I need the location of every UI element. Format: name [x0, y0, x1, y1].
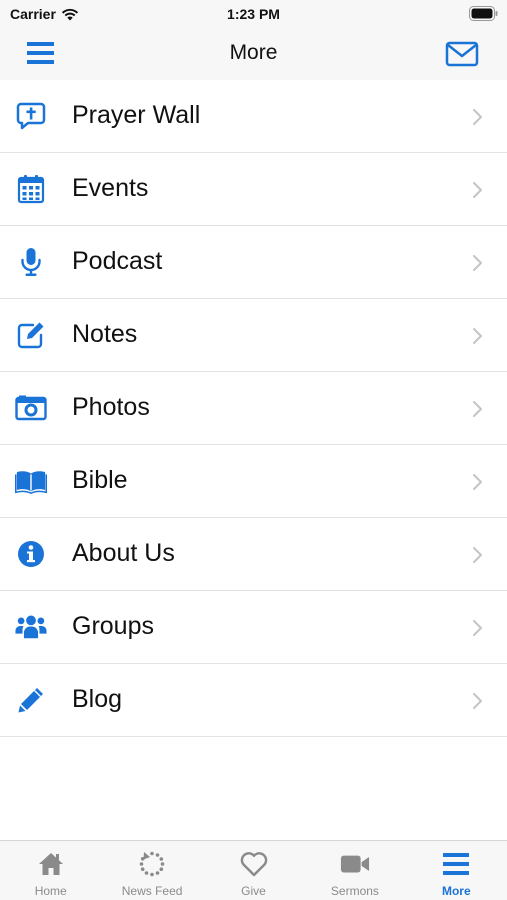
tab-label: Sermons	[330, 884, 379, 898]
chevron-right-icon	[473, 328, 482, 344]
info-icon	[15, 539, 47, 569]
mail-icon	[445, 41, 479, 67]
chevron-right-icon	[473, 693, 482, 709]
chevron-right-icon	[473, 182, 482, 198]
tab-home[interactable]: Home	[0, 841, 101, 900]
chevron-right-icon	[473, 401, 482, 417]
menu-item-label: Events	[72, 174, 149, 202]
pencil-icon	[15, 685, 47, 715]
tab-label: Give	[241, 884, 266, 898]
refresh-icon	[137, 850, 167, 878]
chevron-right-icon	[473, 109, 482, 125]
chevron-right-icon	[473, 255, 482, 271]
menu-item-label: Notes	[72, 320, 138, 348]
chevron-right-icon	[473, 620, 482, 636]
tab-label: Home	[34, 884, 67, 898]
menu-item-label: Blog	[72, 685, 123, 713]
users-icon	[15, 612, 47, 642]
status-time: 1:23 PM	[227, 6, 280, 22]
camera-icon	[15, 393, 47, 423]
status-bar: Carrier 1:23 PM	[0, 0, 507, 28]
menu-item-bible[interactable]: Bible	[0, 445, 507, 518]
tab-give[interactable]: Give	[203, 841, 304, 900]
menu-item-events[interactable]: Events	[0, 153, 507, 226]
tab-more[interactable]: More	[406, 841, 507, 900]
menu-item-prayer-wall[interactable]: Prayer Wall	[0, 80, 507, 153]
menu-item-label: Bible	[72, 466, 128, 494]
tab-bar: Home News Feed Give Sermons More	[0, 840, 507, 900]
battery-icon	[469, 6, 498, 21]
chevron-right-icon	[473, 474, 482, 490]
tab-news-feed[interactable]: News Feed	[101, 841, 202, 900]
menu-item-blog[interactable]: Blog	[0, 664, 507, 737]
menu-item-label: Groups	[72, 612, 154, 640]
chevron-right-icon	[473, 547, 482, 563]
menu-item-label: Photos	[72, 393, 150, 421]
nav-bar: More	[0, 28, 507, 80]
mail-button[interactable]	[445, 40, 479, 68]
menu-item-photos[interactable]: Photos	[0, 372, 507, 445]
menu-item-groups[interactable]: Groups	[0, 591, 507, 664]
menu-item-label: About Us	[72, 539, 175, 567]
menu-item-podcast[interactable]: Podcast	[0, 226, 507, 299]
menu-item-about-us[interactable]: About Us	[0, 518, 507, 591]
video-camera-icon	[340, 850, 370, 878]
edit-note-icon	[15, 320, 47, 350]
heart-icon	[239, 850, 269, 878]
hamburger-menu-icon	[441, 850, 471, 878]
tab-sermons[interactable]: Sermons	[304, 841, 405, 900]
home-icon	[36, 850, 66, 878]
more-menu-list: Prayer Wall Events Podcast Notes Photos …	[0, 80, 507, 737]
tab-label: More	[441, 884, 471, 898]
tab-label: News Feed	[121, 884, 183, 898]
menu-item-notes[interactable]: Notes	[0, 299, 507, 372]
open-book-icon	[15, 466, 47, 496]
microphone-icon	[15, 247, 47, 277]
calendar-icon	[15, 174, 47, 204]
menu-item-label: Prayer Wall	[72, 101, 201, 129]
menu-item-label: Podcast	[72, 247, 163, 275]
page-title: More	[229, 41, 278, 64]
prayer-bubble-icon	[15, 101, 47, 131]
